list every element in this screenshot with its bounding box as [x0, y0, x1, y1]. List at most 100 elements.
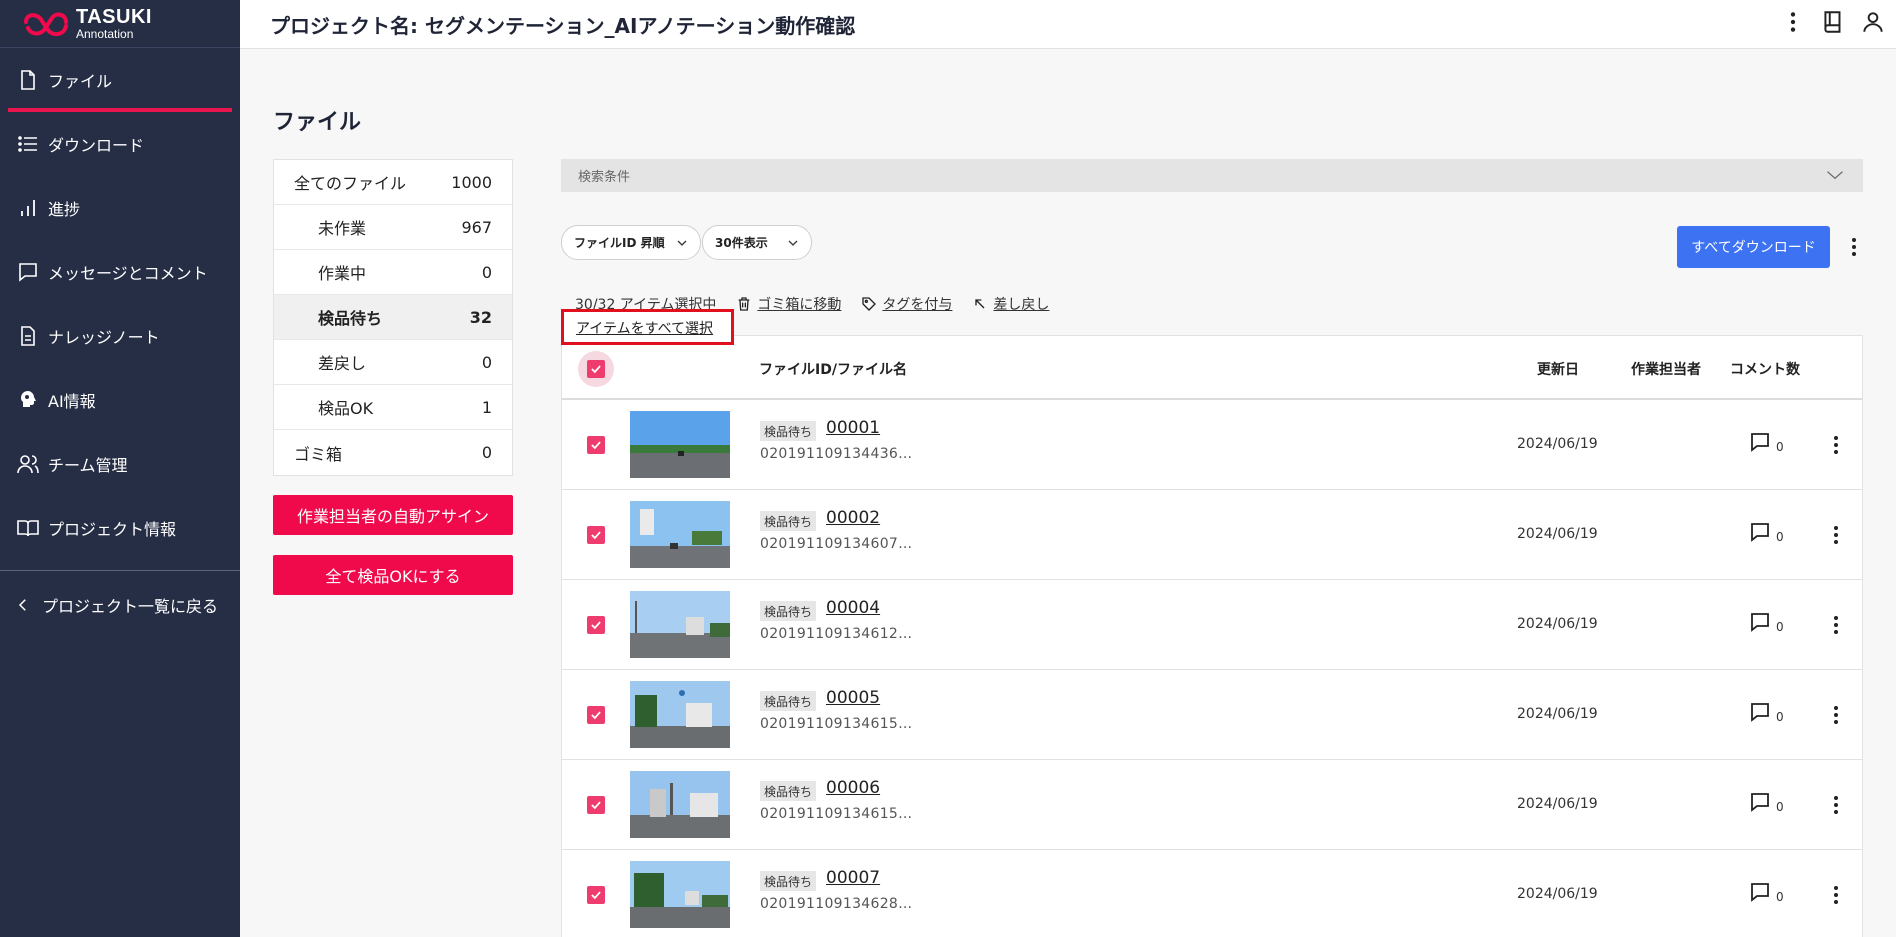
file-thumbnail[interactable]	[630, 591, 730, 658]
download-all-button[interactable]: すべてダウンロード	[1677, 226, 1830, 268]
manual-book-icon[interactable]	[1820, 9, 1846, 35]
search-conditions-bar[interactable]: 検索条件	[561, 159, 1863, 192]
select-all-checkbox[interactable]	[578, 351, 614, 387]
page-size-value: 30件表示	[715, 236, 768, 250]
table-row[interactable]: 検品待ち 00005 020191109134615… 2024/06/19 0	[562, 670, 1862, 760]
move-to-trash-link[interactable]: ゴミ箱に移動	[736, 294, 841, 314]
status-row-trash[interactable]: ゴミ箱 0	[274, 430, 512, 475]
table-row[interactable]: 検品待ち 00007 020191109134628… 2024/06/19 0	[562, 850, 1862, 937]
back-to-projects-link[interactable]: プロジェクト一覧に戻る	[0, 571, 240, 639]
thumbnail-image	[630, 681, 730, 748]
all-inspection-ok-button[interactable]: 全て検品OKにする	[273, 555, 513, 595]
more-vertical-icon[interactable]	[1824, 883, 1848, 907]
nav-menu: ファイル ダウンロード 進捗 メッセージとコメント ナレッジノート AI情報 チ…	[0, 48, 240, 560]
sort-select[interactable]: ファイルID 昇順	[561, 225, 701, 260]
sidebar-item-team[interactable]: チーム管理	[0, 432, 240, 496]
chat-icon	[19, 263, 37, 282]
sidebar-item-project-info[interactable]: プロジェクト情報	[0, 496, 240, 560]
status-row-inspection-ok[interactable]: 検品OK 1	[274, 385, 512, 430]
file-id-link[interactable]: 00007	[826, 868, 880, 888]
more-vertical-icon[interactable]	[1824, 523, 1848, 547]
check-icon	[591, 365, 601, 374]
row-checkbox[interactable]	[587, 616, 605, 634]
more-vertical-icon[interactable]	[1824, 433, 1848, 457]
file-thumbnail[interactable]	[630, 411, 730, 478]
status-row-in-progress[interactable]: 作業中 0	[274, 250, 512, 295]
file-name: 020191109134607…	[760, 536, 913, 552]
file-id-link[interactable]: 00001	[826, 418, 880, 438]
chevron-down-icon	[788, 240, 798, 246]
bar-chart-icon	[21, 200, 35, 216]
add-tag-link[interactable]: タグを付与	[861, 294, 952, 314]
file-id-link[interactable]: 00004	[826, 598, 880, 618]
revert-link[interactable]: 差し戻し	[972, 294, 1049, 314]
more-vertical-icon[interactable]	[1824, 793, 1848, 817]
file-id-link[interactable]: 00005	[826, 688, 880, 708]
comment-count-button[interactable]: 0	[1748, 880, 1784, 904]
status-badge: 検品待ち	[760, 601, 817, 621]
status-filter-panel: 全てのファイル 1000 未作業 967 作業中 0 検品待ち 32 差戻し 0…	[273, 159, 513, 476]
sort-value: ファイルID 昇順	[574, 236, 665, 250]
check-icon	[591, 441, 601, 450]
check-icon	[591, 621, 601, 630]
page-title: ファイル	[273, 110, 362, 135]
status-count: 0	[481, 262, 492, 282]
file-table: ファイルID/ファイル名 更新日 作業担当者 コメント数 検品待ち 00001 …	[561, 335, 1863, 937]
status-label: 検品OK	[318, 399, 374, 418]
col-file[interactable]: ファイルID/ファイル名	[759, 359, 907, 379]
row-checkbox[interactable]	[587, 526, 605, 544]
file-name: 020191109134628…	[760, 896, 913, 912]
status-count: 0	[481, 443, 492, 462]
status-label: 差戻し	[318, 354, 367, 373]
sidebar-item-knowledge[interactable]: ナレッジノート	[0, 304, 240, 368]
comment-count-button[interactable]: 0	[1748, 700, 1784, 724]
more-vertical-icon[interactable]	[1780, 9, 1806, 35]
comment-count-button[interactable]: 0	[1748, 790, 1784, 814]
status-row-not-started[interactable]: 未作業 967	[274, 205, 512, 250]
status-row-all[interactable]: 全てのファイル 1000	[274, 160, 512, 205]
row-checkbox[interactable]	[587, 436, 605, 454]
more-vertical-icon[interactable]	[1824, 703, 1848, 727]
sidebar-item-progress[interactable]: 進捗	[0, 176, 240, 240]
file-id-link[interactable]: 00006	[826, 778, 880, 798]
sidebar-item-files[interactable]: ファイル	[0, 48, 240, 112]
sidebar-item-messages[interactable]: メッセージとコメント	[0, 240, 240, 304]
sidebar-item-label: プロジェクト情報	[48, 520, 177, 539]
status-count: 1000	[451, 172, 492, 192]
comment-count-button[interactable]: 0	[1748, 520, 1784, 544]
logo[interactable]: TASUKI Annotation	[0, 0, 240, 48]
file-name: 020191109134612…	[760, 626, 913, 642]
user-icon[interactable]	[1860, 9, 1886, 35]
file-id-link[interactable]: 00002	[826, 508, 880, 528]
table-row[interactable]: 検品待ち 00006 020191109134615… 2024/06/19 0	[562, 760, 1862, 850]
more-vertical-icon[interactable]	[1824, 613, 1848, 637]
table-row[interactable]: 検品待ち 00004 020191109134612… 2024/06/19 0	[562, 580, 1862, 670]
status-label: 未作業	[318, 219, 367, 238]
row-checkbox[interactable]	[587, 886, 605, 904]
file-thumbnail[interactable]	[630, 771, 730, 838]
status-row-returned[interactable]: 差戻し 0	[274, 340, 512, 385]
more-vertical-icon[interactable]	[1842, 235, 1866, 259]
page-size-select[interactable]: 30件表示	[702, 225, 812, 260]
col-updated[interactable]: 更新日	[1537, 359, 1579, 379]
select-all-items-link[interactable]: アイテムをすべて選択	[561, 309, 734, 345]
status-row-awaiting-inspection[interactable]: 検品待ち 32	[274, 295, 512, 340]
updated-date: 2024/06/19	[1517, 796, 1598, 812]
file-name: 020191109134615…	[760, 806, 913, 822]
sidebar-item-download[interactable]: ダウンロード	[0, 112, 240, 176]
auto-assign-button[interactable]: 作業担当者の自動アサイン	[273, 495, 513, 535]
sidebar-item-label: チーム管理	[48, 456, 128, 475]
file-thumbnail[interactable]	[630, 681, 730, 748]
table-row[interactable]: 検品待ち 00002 020191109134607… 2024/06/19 0	[562, 490, 1862, 580]
file-thumbnail[interactable]	[630, 861, 730, 928]
file-thumbnail[interactable]	[630, 501, 730, 568]
status-label: 作業中	[318, 264, 367, 283]
table-row[interactable]: 検品待ち 00001 020191109134436… 2024/06/19 0	[562, 400, 1862, 490]
sidebar-item-ai[interactable]: AI情報	[0, 368, 240, 432]
row-checkbox[interactable]	[587, 706, 605, 724]
sidebar-item-label: 進捗	[48, 200, 81, 219]
comment-count-button[interactable]: 0	[1748, 610, 1784, 634]
row-checkbox[interactable]	[587, 796, 605, 814]
comment-count-button[interactable]: 0	[1748, 430, 1784, 454]
status-count: 0	[481, 352, 492, 372]
